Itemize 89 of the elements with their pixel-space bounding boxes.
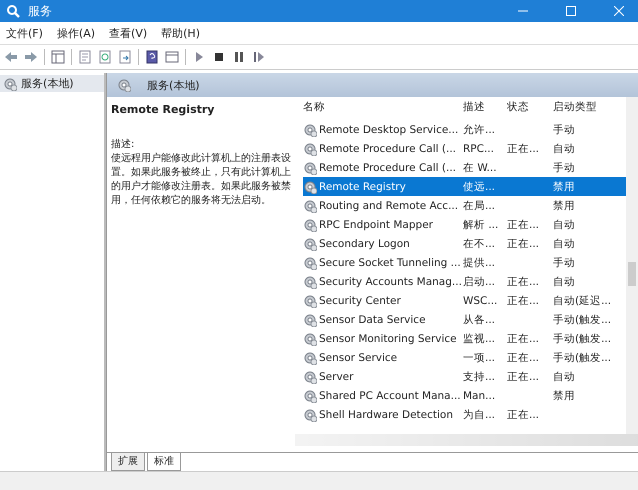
- tree-item[interactable]: 服务(本地): [0, 75, 104, 92]
- table-cell-text: 手动(触发...: [553, 312, 612, 326]
- maximize-icon[interactable]: [566, 6, 576, 16]
- table-cell-text: 自动: [553, 370, 576, 384]
- menu-item[interactable]: 帮助(H): [161, 26, 200, 40]
- table-cell-text: RPC...: [463, 142, 495, 154]
- table-cell-text: 在不...: [463, 236, 496, 250]
- table-cell-text: 正在...: [507, 408, 540, 422]
- service-name-cell: Secondary Logon: [319, 238, 410, 250]
- description-text: 使远程用户能修改此计算机上的注册表设置。如果此服务被终止，只有此计算机上的用户才能修改注册表。如果此服务被禁用，任何依赖它的服务将无法启动。: [111, 152, 291, 208]
- table-cell-text: 允许...: [463, 122, 496, 136]
- service-name: Remote Registry: [111, 103, 216, 116]
- table-cell-text: 在局...: [463, 198, 496, 212]
- table-cell-text: 启动...: [463, 274, 496, 288]
- table-cell-text: 正在...: [507, 350, 540, 364]
- table-cell-text: 正在...: [507, 274, 540, 288]
- table-cell-text: 自动: [553, 236, 576, 250]
- table-cell-text: 手动: [553, 122, 576, 136]
- table-cell-text: 自动(延迟...: [553, 294, 612, 308]
- service-name-cell: Secure Socket Tunneling ...: [319, 256, 461, 268]
- table-cell-text: 使远...: [463, 180, 496, 194]
- table-cell-text: 正在...: [507, 142, 540, 156]
- table-cell-text: 正在...: [507, 332, 540, 346]
- table-cell-text: 一项...: [463, 350, 496, 364]
- table-cell-text: 手动(触发...: [553, 332, 612, 346]
- menu-item[interactable]: 操作(A): [56, 26, 96, 40]
- resume-icon[interactable]: [252, 50, 266, 64]
- close-icon[interactable]: [614, 6, 624, 16]
- service-name-cell: Routing and Remote Acc...: [319, 200, 458, 212]
- table-cell-text: 禁用: [553, 198, 576, 212]
- menu-item[interactable]: 文件(F): [6, 26, 43, 40]
- forward-icon[interactable]: [24, 50, 38, 64]
- table-cell-text: 自动: [553, 142, 576, 156]
- service-name-cell: RPC Endpoint Mapper: [319, 218, 433, 230]
- service-name-cell: Remote Registry: [319, 180, 406, 192]
- pause-icon[interactable]: [232, 50, 246, 64]
- service-name-cell: Security Center: [319, 294, 401, 306]
- table-cell-text: 自动: [553, 274, 576, 288]
- table-cell-text: 手动: [553, 256, 576, 270]
- table-cell-text: 正在...: [507, 218, 540, 232]
- service-name-cell: Remote Procedure Call (...: [319, 162, 456, 174]
- panel-title: 服务(本地): [147, 78, 200, 92]
- table-cell-text: 正在...: [507, 294, 540, 308]
- stop-icon[interactable]: [212, 50, 226, 64]
- table-cell-text: 手动: [553, 160, 576, 174]
- table-cell-text: 从各...: [463, 312, 496, 326]
- column-header[interactable]: 描述: [463, 100, 507, 114]
- table-cell-text: 在 W...: [463, 160, 498, 174]
- horizontal-scrollbar[interactable]: [295, 434, 638, 446]
- help-icon[interactable]: [145, 50, 159, 64]
- service-name-cell: Remote Desktop Service...: [319, 124, 458, 136]
- column-header[interactable]: 启动类型: [553, 100, 617, 114]
- table-cell-text: 解析 ...: [463, 218, 500, 232]
- service-name-cell: Sensor Data Service: [319, 314, 426, 326]
- table-cell-text: 支持...: [463, 370, 496, 384]
- table-cell-text: 正在...: [507, 370, 540, 384]
- menu-item[interactable]: 查看(V): [109, 26, 148, 40]
- column-header[interactable]: 名称: [303, 100, 463, 114]
- table-cell-text: 手动(触发...: [553, 350, 612, 364]
- table-cell-text: WSC...: [463, 294, 498, 306]
- column-header[interactable]: 状态: [507, 100, 553, 114]
- service-name-cell: Sensor Monitoring Service: [319, 332, 457, 344]
- service-name-cell: Remote Procedure Call (...: [319, 142, 456, 154]
- service-name-cell: Sensor Service: [319, 352, 398, 364]
- search-icon: [6, 4, 20, 18]
- table-cell-text: 禁用: [553, 180, 576, 194]
- window-title: 服务: [28, 2, 52, 20]
- table-cell-text: 正在...: [507, 236, 540, 250]
- view-icon[interactable]: [165, 50, 179, 64]
- table-cell-text: 为自...: [463, 408, 496, 422]
- service-name-cell: Shared PC Account Mana...: [319, 390, 461, 402]
- service-name-cell: Security Accounts Manag...: [319, 276, 462, 288]
- refresh-icon[interactable]: [98, 50, 112, 64]
- table-cell-text: 监视...: [463, 332, 496, 346]
- vertical-scrollbar[interactable]: [626, 97, 638, 434]
- service-name-cell: Server: [319, 370, 354, 382]
- export-icon[interactable]: [118, 50, 132, 64]
- service-name-cell: Shell Hardware Detection: [319, 408, 453, 420]
- properties-icon[interactable]: [78, 50, 92, 64]
- table-cell-text: Man...: [463, 390, 496, 402]
- table-cell-text: 自动: [553, 218, 576, 232]
- description-label: 描述:: [111, 138, 136, 152]
- selected-row[interactable]: Remote Registry 使远... 禁用: [303, 177, 626, 196]
- table-cell-text: 禁用: [553, 388, 576, 402]
- tab[interactable]: 扩展: [111, 453, 145, 471]
- console-tree-icon[interactable]: [51, 50, 65, 64]
- table-cell-text: 提供...: [463, 256, 496, 270]
- tab[interactable]: 标准: [147, 453, 181, 471]
- back-icon[interactable]: [4, 50, 18, 64]
